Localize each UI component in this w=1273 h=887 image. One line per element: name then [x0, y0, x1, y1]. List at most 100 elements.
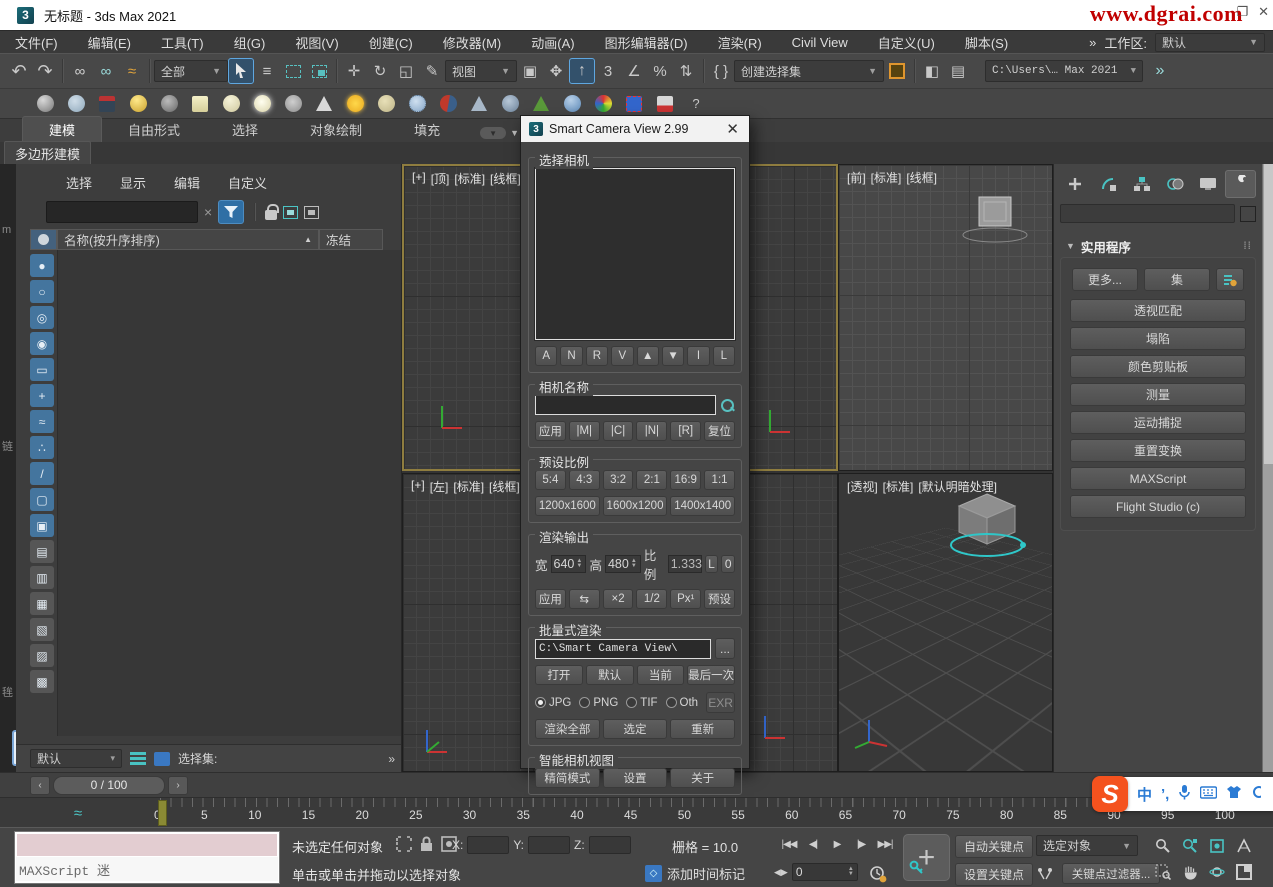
display-lights-icon[interactable]: ◎	[30, 306, 54, 329]
ratio-field[interactable]: 1.333	[668, 555, 702, 573]
explorer-menu-item[interactable]: 显示	[112, 173, 154, 192]
display-spacewarps-icon[interactable]: ≈	[30, 410, 54, 433]
key-mode-dropdown[interactable]: 选定对象▼	[1036, 835, 1138, 856]
menu-item[interactable]: 文件(F)	[0, 31, 73, 53]
resolution-button[interactable]: 1400x1400	[670, 496, 735, 516]
utility-button[interactable]: 塌陷	[1070, 327, 1246, 350]
bind-spacewarp-icon[interactable]: ≈	[119, 58, 145, 84]
menu-item[interactable]: Civil View	[777, 31, 863, 53]
explorer-menu-item[interactable]: 选择	[58, 173, 100, 192]
configure-button-sets-icon[interactable]	[1216, 268, 1244, 291]
ribbon-tab[interactable]: 建模	[22, 116, 102, 142]
next-frame-slider-button[interactable]: ›	[168, 776, 188, 795]
viewport-label[interactable]: [线框]	[490, 170, 521, 187]
batch-path-button[interactable]: 打开	[535, 665, 583, 685]
pan-icon[interactable]	[1177, 859, 1203, 884]
smart-view-button[interactable]: 设置	[603, 768, 668, 788]
toolbox-icon[interactable]	[1251, 785, 1261, 803]
sun-icon[interactable]	[344, 93, 366, 115]
display-hidden-icon[interactable]: ▧	[30, 618, 54, 641]
create-tab[interactable]	[1060, 170, 1091, 198]
color-balls-icon[interactable]	[592, 93, 614, 115]
batch-action-button[interactable]: 选定	[603, 719, 668, 739]
name-column-header[interactable]: 名称(按升序排序) ▲	[57, 229, 319, 250]
menu-item[interactable]: 自定义(U)	[863, 31, 950, 53]
ratio-button[interactable]: 16:9	[670, 470, 701, 490]
sphere-blue-icon[interactable]	[561, 93, 583, 115]
window-crossing-icon[interactable]	[306, 58, 332, 84]
batch-path-button[interactable]: 当前	[637, 665, 685, 685]
wire-teapot-icon[interactable]	[282, 93, 304, 115]
camera-name-button[interactable]: |M|	[569, 421, 600, 441]
x-coordinate-field[interactable]	[467, 836, 509, 854]
zoom-region-icon[interactable]	[1150, 859, 1176, 884]
smart-view-button[interactable]: 关于	[670, 768, 735, 788]
display-monitors-icon[interactable]: ▭	[30, 358, 54, 381]
selection-filter-dropdown[interactable]: 全部▼	[154, 60, 228, 82]
browse-button[interactable]: ...	[715, 638, 735, 659]
help-icon[interactable]: ?	[685, 93, 707, 115]
region-render-icon[interactable]	[623, 93, 645, 115]
plane-icon[interactable]	[189, 93, 211, 115]
menu-item[interactable]: 脚本(S)	[950, 31, 1023, 53]
utility-button[interactable]: 重置变换	[1070, 439, 1246, 462]
keyboard-icon[interactable]	[1200, 786, 1217, 803]
render-setup-icon[interactable]	[96, 93, 118, 115]
width-spinner[interactable]: 640▲▼	[551, 555, 587, 573]
snap-toggle-icon[interactable]: 3	[595, 58, 621, 84]
menu-item[interactable]: 工具(T)	[146, 31, 219, 53]
panel-scrollbar[interactable]	[1262, 164, 1273, 772]
viewport-front[interactable]: [前][标准][线框]	[838, 164, 1053, 471]
utility-button[interactable]: Flight Studio (c)	[1070, 495, 1246, 518]
viewport-label[interactable]: [标准]	[454, 170, 485, 187]
exr-button[interactable]: EXR	[706, 692, 735, 713]
cone-icon[interactable]	[313, 93, 335, 115]
viewport-label[interactable]: [透视]	[847, 478, 878, 495]
viewport-label[interactable]: [标准]	[871, 169, 902, 186]
ratio-button[interactable]: 5:4	[535, 470, 566, 490]
ratio-button[interactable]: 1:1	[704, 470, 735, 490]
dialog-close-icon[interactable]: ✕	[726, 120, 739, 138]
isolate-selection-icon[interactable]	[396, 836, 412, 852]
camera-list-button[interactable]: I	[687, 346, 709, 366]
format-radio[interactable]: TIF	[626, 697, 661, 709]
key-filters-button[interactable]: 关键点过滤器...	[1062, 863, 1160, 884]
scene-cube[interactable]	[961, 193, 1041, 253]
workspace-dropdown[interactable]: 默认▼	[1155, 33, 1265, 52]
flat-view-icon[interactable]	[304, 206, 319, 219]
sphere-icon[interactable]	[220, 93, 242, 115]
light-lister-icon[interactable]	[127, 93, 149, 115]
egg-icon[interactable]	[375, 93, 397, 115]
select-move-icon[interactable]: ✛	[341, 58, 367, 84]
tower-icon[interactable]	[468, 93, 490, 115]
menu-item[interactable]: 图形编辑器(D)	[590, 31, 703, 53]
render-output-button[interactable]: 应用	[535, 589, 566, 609]
select-place-button[interactable]: ↑	[569, 58, 595, 84]
layer-manager-icon[interactable]: ▤	[945, 58, 971, 84]
menu-item[interactable]: 编辑(E)	[73, 31, 146, 53]
explorer-menu-item[interactable]: 自定义	[220, 173, 275, 192]
display-materials-icon[interactable]: ▥	[30, 566, 54, 589]
output-path-input[interactable]	[535, 639, 711, 659]
viewport-label[interactable]: [默认明暗处理]	[918, 478, 997, 495]
visibility-column-header[interactable]	[30, 229, 57, 250]
display-tab[interactable]	[1192, 170, 1223, 198]
current-frame-field[interactable]: 0▲▼	[792, 863, 858, 881]
footer-overflow-icon[interactable]: »	[388, 752, 395, 766]
ribbon-tab[interactable]: 选择	[206, 117, 284, 142]
ribbon-tab[interactable]: 填充	[388, 117, 466, 142]
clear-search-icon[interactable]: ×	[204, 204, 212, 220]
utility-button[interactable]: MAXScript	[1070, 467, 1246, 490]
reference-coordinate-dropdown[interactable]: 视图▼	[445, 60, 517, 82]
sets-button[interactable]: 集	[1144, 268, 1210, 291]
resolution-button[interactable]: 1200x1600	[535, 496, 600, 516]
utility-button[interactable]: 测量	[1070, 383, 1246, 406]
ratio-button[interactable]: 2:1	[636, 470, 667, 490]
lock-icon[interactable]	[265, 210, 277, 220]
explorer-search-input[interactable]	[46, 201, 198, 223]
go-to-end-button[interactable]: ▶▶|	[874, 834, 896, 855]
freeze-column-header[interactable]: 冻结	[319, 229, 383, 250]
camera-list-button[interactable]: R	[586, 346, 608, 366]
time-slider-marker[interactable]	[158, 800, 167, 826]
isolate-selection-icon[interactable]	[154, 752, 170, 766]
